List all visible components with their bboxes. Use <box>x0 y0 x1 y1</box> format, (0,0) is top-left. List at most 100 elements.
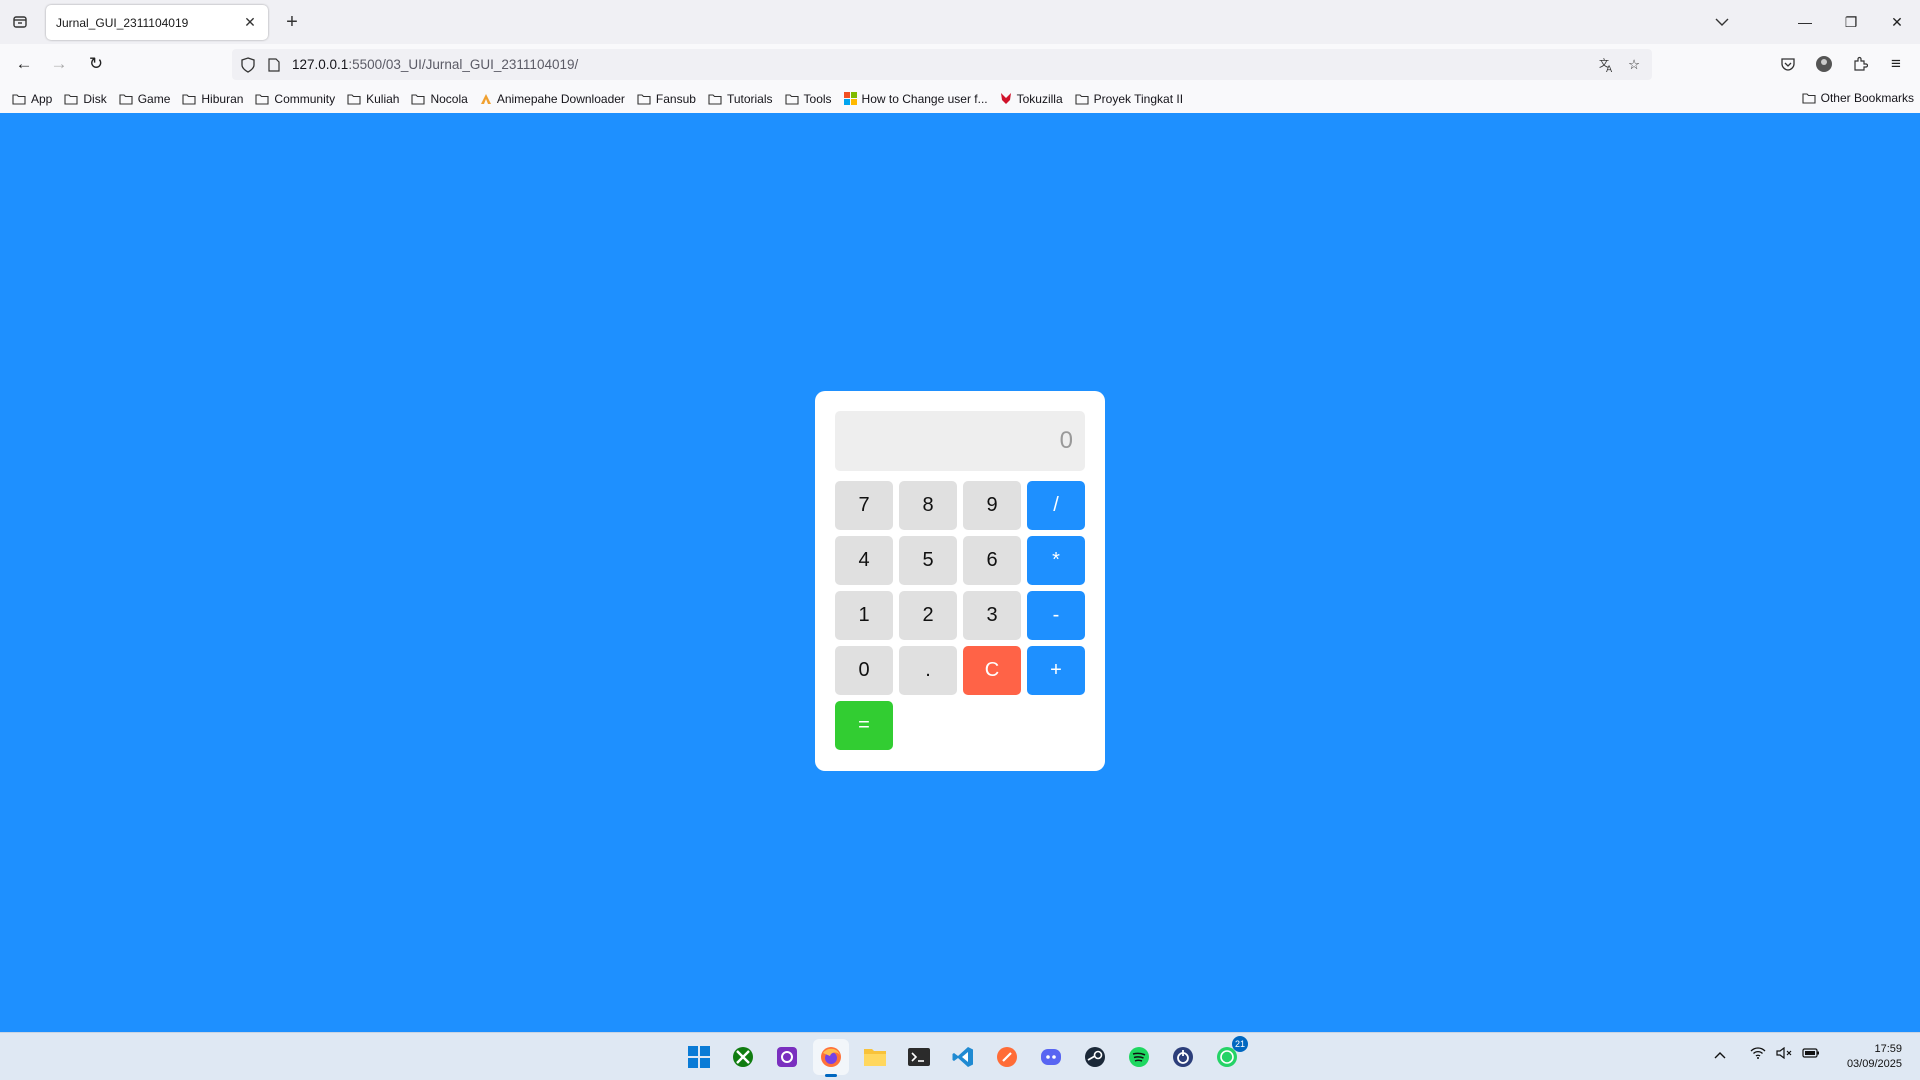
url-text: 127.0.0.1:5500/03_UI/Jurnal_GUI_23111040… <box>292 57 578 72</box>
svg-text:A: A <box>1606 65 1613 73</box>
discord-icon[interactable] <box>1033 1039 1069 1075</box>
wifi-icon[interactable] <box>1750 1047 1766 1062</box>
bookmark-tokuzilla[interactable]: Tokuzilla <box>1000 92 1063 106</box>
postman-icon[interactable] <box>989 1039 1025 1075</box>
menu-icon[interactable]: ≡ <box>1884 52 1908 76</box>
bookmark-disk[interactable]: Disk <box>64 91 107 106</box>
url-bar[interactable]: 127.0.0.1:5500/03_UI/Jurnal_GUI_23111040… <box>232 49 1652 80</box>
restore-icon[interactable]: ❐ <box>1836 8 1866 36</box>
taskbar: 21 17:59 03/09/2025 <box>0 1032 1920 1080</box>
folder-icon <box>182 93 196 105</box>
key-1-button[interactable]: 1 <box>835 591 893 640</box>
key-5-button[interactable]: 5 <box>899 536 957 585</box>
vscode-icon[interactable] <box>945 1039 981 1075</box>
page-icon[interactable] <box>264 55 284 75</box>
bookmark-community[interactable]: Community <box>255 92 335 106</box>
divide-button[interactable]: / <box>1027 481 1085 530</box>
steam-icon[interactable] <box>1077 1039 1113 1075</box>
bookmark-nocola[interactable]: Nocola <box>411 92 468 106</box>
decimal-button[interactable]: . <box>899 646 957 695</box>
calculator: 0 7 8 9 / 4 5 6 * 1 2 3 - 0 . C + = <box>815 391 1105 771</box>
shield-icon[interactable] <box>238 55 258 75</box>
microsoft-icon <box>843 92 857 105</box>
multiply-button[interactable]: * <box>1027 536 1085 585</box>
extensions-icon[interactable] <box>1848 52 1872 76</box>
other-bookmarks[interactable]: Other Bookmarks <box>1802 91 1914 105</box>
file-explorer-icon[interactable] <box>857 1039 893 1075</box>
bookmark-label: Community <box>274 91 336 106</box>
clock-date: 03/09/2025 <box>1846 1058 1902 1070</box>
key-9-button[interactable]: 9 <box>963 481 1021 530</box>
calculator-display: 0 <box>835 411 1085 471</box>
bookmark-tutorials[interactable]: Tutorials <box>708 92 773 106</box>
whatsapp-icon[interactable]: 21 <box>1209 1036 1248 1075</box>
folder-icon <box>1802 92 1816 104</box>
minimize-icon[interactable]: — <box>1790 8 1820 36</box>
bookmark-label: Disk <box>83 91 107 106</box>
folder-icon <box>784 93 799 105</box>
clock[interactable]: 17:59 03/09/2025 <box>1847 1042 1902 1072</box>
key-7-button[interactable]: 7 <box>835 481 893 530</box>
folder-icon <box>347 93 361 105</box>
display-value: 0 <box>1059 427 1073 454</box>
tab-active[interactable]: Jurnal_GUI_2311104019 ✕ <box>46 5 268 40</box>
bookmark-hiburan[interactable]: Hiburan <box>182 92 243 106</box>
bookmark-proyek[interactable]: Proyek Tingkat II <box>1075 92 1183 106</box>
key-2-button[interactable]: 2 <box>899 591 957 640</box>
folder-icon <box>708 93 722 105</box>
key-8-button[interactable]: 8 <box>899 481 957 530</box>
page-content: 0 7 8 9 / 4 5 6 * 1 2 3 - 0 . C + = <box>0 113 1920 1032</box>
subtract-button[interactable]: - <box>1027 591 1085 640</box>
chevron-down-icon[interactable] <box>1707 8 1737 36</box>
bookmark-app[interactable]: App <box>12 92 52 106</box>
new-tab-icon[interactable]: + <box>280 10 304 34</box>
folder-icon <box>255 93 269 105</box>
clear-button[interactable]: C <box>963 646 1021 695</box>
folder-icon <box>411 93 426 105</box>
screen-recorder-icon[interactable] <box>769 1039 805 1075</box>
translate-icon[interactable]: 文A <box>1596 55 1616 75</box>
bookmark-tools[interactable]: Tools <box>784 92 832 106</box>
chevron-up-icon[interactable] <box>1714 1047 1726 1062</box>
pocket-icon[interactable] <box>1776 52 1800 76</box>
bookmark-label: App <box>31 91 53 106</box>
bookmark-animepahe[interactable]: Animepahe Downloader <box>480 92 625 106</box>
volume-muted-icon[interactable] <box>1776 1046 1792 1062</box>
folder-icon <box>1075 93 1089 105</box>
bookmark-fansub[interactable]: Fansub <box>637 92 696 106</box>
bookmark-how-to-change[interactable]: How to Change user f... <box>843 91 988 106</box>
battery-icon[interactable] <box>1802 1047 1820 1062</box>
bookmark-label: How to Change user f... <box>861 91 988 106</box>
account-avatar-icon[interactable] <box>1812 52 1836 76</box>
whatsapp-badge: 21 <box>1231 1036 1248 1052</box>
xbox-icon[interactable] <box>725 1039 761 1075</box>
close-tab-icon[interactable]: ✕ <box>242 14 258 31</box>
url-path: :5500/03_UI/Jurnal_GUI_2311104019/ <box>348 57 579 72</box>
tab-list-icon[interactable] <box>8 10 32 34</box>
reload-icon[interactable]: ↻ <box>84 52 108 76</box>
key-0-button[interactable]: 0 <box>835 646 893 695</box>
bookmark-game[interactable]: Game <box>119 91 171 106</box>
add-button[interactable]: + <box>1027 646 1085 695</box>
taskbar-apps: 21 <box>681 1036 1248 1077</box>
key-4-button[interactable]: 4 <box>835 536 893 585</box>
power-icon[interactable] <box>1165 1039 1201 1075</box>
key-6-button[interactable]: 6 <box>963 536 1021 585</box>
bookmark-kuliah[interactable]: Kuliah <box>347 92 399 106</box>
firefox-icon[interactable] <box>813 1039 849 1077</box>
folder-icon <box>637 93 651 105</box>
start-icon[interactable] <box>681 1039 717 1075</box>
tab-strip: Jurnal_GUI_2311104019 ✕ + — ❐ ✕ <box>0 0 1920 44</box>
terminal-icon[interactable] <box>901 1039 937 1075</box>
equals-button[interactable]: = <box>835 701 893 750</box>
bookmark-star-icon[interactable]: ☆ <box>1624 55 1644 75</box>
bookmark-label: Game <box>137 91 171 106</box>
forward-icon[interactable]: → <box>47 52 71 76</box>
folder-icon <box>12 93 26 105</box>
spotify-icon[interactable] <box>1121 1039 1157 1075</box>
clock-time: 17:59 <box>1874 1043 1902 1055</box>
back-icon[interactable]: ← <box>12 52 36 76</box>
key-3-button[interactable]: 3 <box>963 591 1021 640</box>
folder-icon <box>119 93 133 105</box>
close-window-icon[interactable]: ✕ <box>1882 8 1912 36</box>
